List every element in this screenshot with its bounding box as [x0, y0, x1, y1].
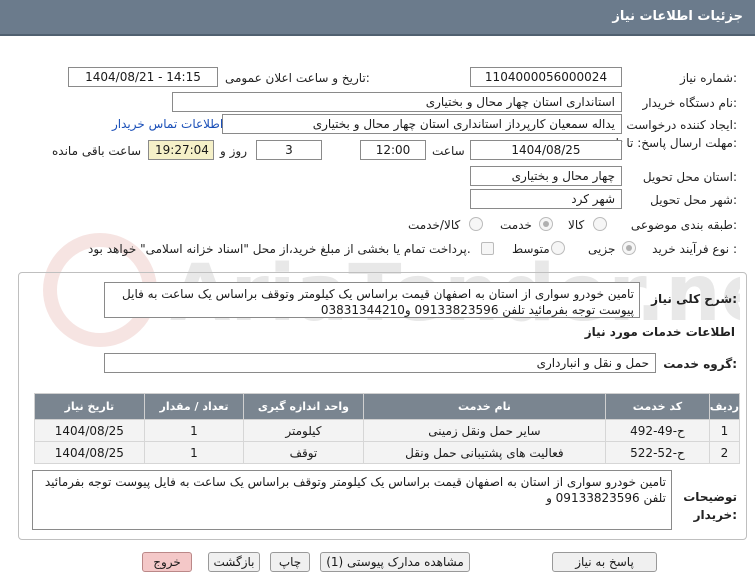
cell-unit: توقف — [243, 441, 364, 464]
city-label: شهر محل تحویل: — [650, 193, 737, 207]
category-label: طبقه بندی موضوعی: — [630, 218, 737, 232]
cell-need-date: 1404/08/25 — [34, 419, 145, 442]
payment-note: پرداخت تمام یا بخشی از مبلغ خرید،از محل … — [88, 242, 471, 256]
category-option-service: خدمت — [500, 218, 532, 232]
buyer-notes-label: توضیحات خریدار: — [683, 490, 737, 522]
col-need-date: تاریخ نیاز — [34, 393, 145, 420]
print-button[interactable]: چاپ — [270, 552, 310, 572]
buyer-label: نام دستگاه خریدار: — [642, 96, 738, 110]
cell-quantity: 1 — [143, 419, 245, 442]
remaining-label: ساعت باقی مانده — [52, 144, 142, 158]
cell-need-date: 1404/08/25 — [34, 441, 145, 464]
col-quantity: تعداد / مقدار — [143, 393, 245, 420]
col-unit: واحد اندازه گیری — [243, 393, 364, 420]
process-radio-minor[interactable] — [622, 241, 636, 255]
process-option-medium: متوسط — [512, 242, 550, 256]
buyer-field: استانداری استان چهار محال و بختیاری — [172, 92, 622, 112]
services-table: ردیف کد خدمت نام خدمت واحد اندازه گیری ت… — [34, 393, 741, 464]
service-group-field: حمل و نقل و انبارداری — [104, 353, 656, 373]
category-radio-goods[interactable] — [593, 217, 607, 231]
category-option-both: کالا/خدمت — [408, 218, 461, 232]
table-row: 2 ح-52-522 فعالیت های پشتیبانی حمل ونقل … — [34, 441, 741, 464]
description-textarea[interactable]: تامین خودرو سواری از استان به اصفهان قیم… — [104, 282, 640, 318]
page-header: جزئیات اطلاعات نیاز — [0, 0, 755, 36]
view-attachments-button[interactable]: مشاهده مدارک پیوستی (1) — [320, 552, 470, 572]
cell-service-name: فعالیت های پشتیبانی حمل ونقل — [362, 441, 607, 464]
province-field: چهار محال و بختیاری — [470, 166, 622, 186]
province-label: استان محل تحویل: — [642, 170, 737, 184]
contact-buyer-link[interactable]: اطلاعات تماس خریدار — [112, 117, 223, 131]
need-number-label: شماره نیاز: — [679, 71, 737, 85]
reply-button[interactable]: پاسخ به نیاز — [552, 552, 657, 572]
days-label: روز و — [220, 144, 247, 158]
exit-button[interactable]: خروج — [142, 552, 192, 572]
process-radio-medium[interactable] — [551, 241, 565, 255]
cell-unit: کیلومتر — [243, 419, 364, 442]
creator-field: یداله سمعیان کارپرداز استانداری استان چه… — [222, 114, 622, 134]
services-table-header: ردیف کد خدمت نام خدمت واحد اندازه گیری ت… — [34, 393, 741, 420]
cell-row-number: 2 — [708, 441, 741, 464]
category-option-goods: کالا — [568, 218, 585, 232]
hour-label: ساعت — [432, 144, 465, 158]
category-radio-service[interactable] — [539, 217, 553, 231]
cell-quantity: 1 — [143, 441, 245, 464]
cell-service-code: ح-49-492 — [605, 419, 710, 442]
creator-label: ایجاد کننده درخواست: — [626, 118, 737, 132]
days-field: 3 — [256, 140, 322, 160]
announce-field: 1404/08/21 - 14:15 — [68, 67, 218, 87]
cell-row-number: 1 — [708, 419, 741, 442]
service-group-label: گروه خدمت: — [663, 357, 737, 371]
deadline-hour-field: 12:00 — [360, 140, 426, 160]
cell-service-code: ح-52-522 — [605, 441, 710, 464]
need-number-field: 1104000056000024 — [470, 67, 622, 87]
page-title: جزئیات اطلاعات نیاز — [612, 9, 743, 24]
remaining-time-field: 19:27:04 — [148, 140, 214, 160]
table-row: 1 ح-49-492 سایر حمل ونقل زمینی کیلومتر 1… — [34, 419, 741, 442]
category-radio-both[interactable] — [469, 217, 483, 231]
treasury-payment-checkbox[interactable] — [481, 242, 494, 255]
description-label: شرح کلی نیاز: — [651, 292, 737, 306]
col-service-code: کد خدمت — [605, 393, 710, 420]
process-option-minor: جزیی — [588, 242, 616, 256]
deadline-date-field: 1404/08/25 — [470, 140, 622, 160]
col-service-name: نام خدمت — [362, 393, 607, 420]
back-button[interactable]: بازگشت — [208, 552, 260, 572]
services-section-title: اطلاعات خدمات مورد نیاز — [584, 325, 735, 339]
city-field: شهر کرد — [470, 189, 622, 209]
cell-service-name: سایر حمل ونقل زمینی — [362, 419, 607, 442]
process-label: نوع فرآیند خرید : — [652, 242, 737, 256]
announce-label: تاریخ و ساعت اعلان عمومی: — [225, 71, 370, 85]
buyer-notes-textarea[interactable]: تامین خودرو سواری از استان به اصفهان قیم… — [32, 470, 672, 530]
col-row-number: ردیف — [708, 393, 741, 420]
